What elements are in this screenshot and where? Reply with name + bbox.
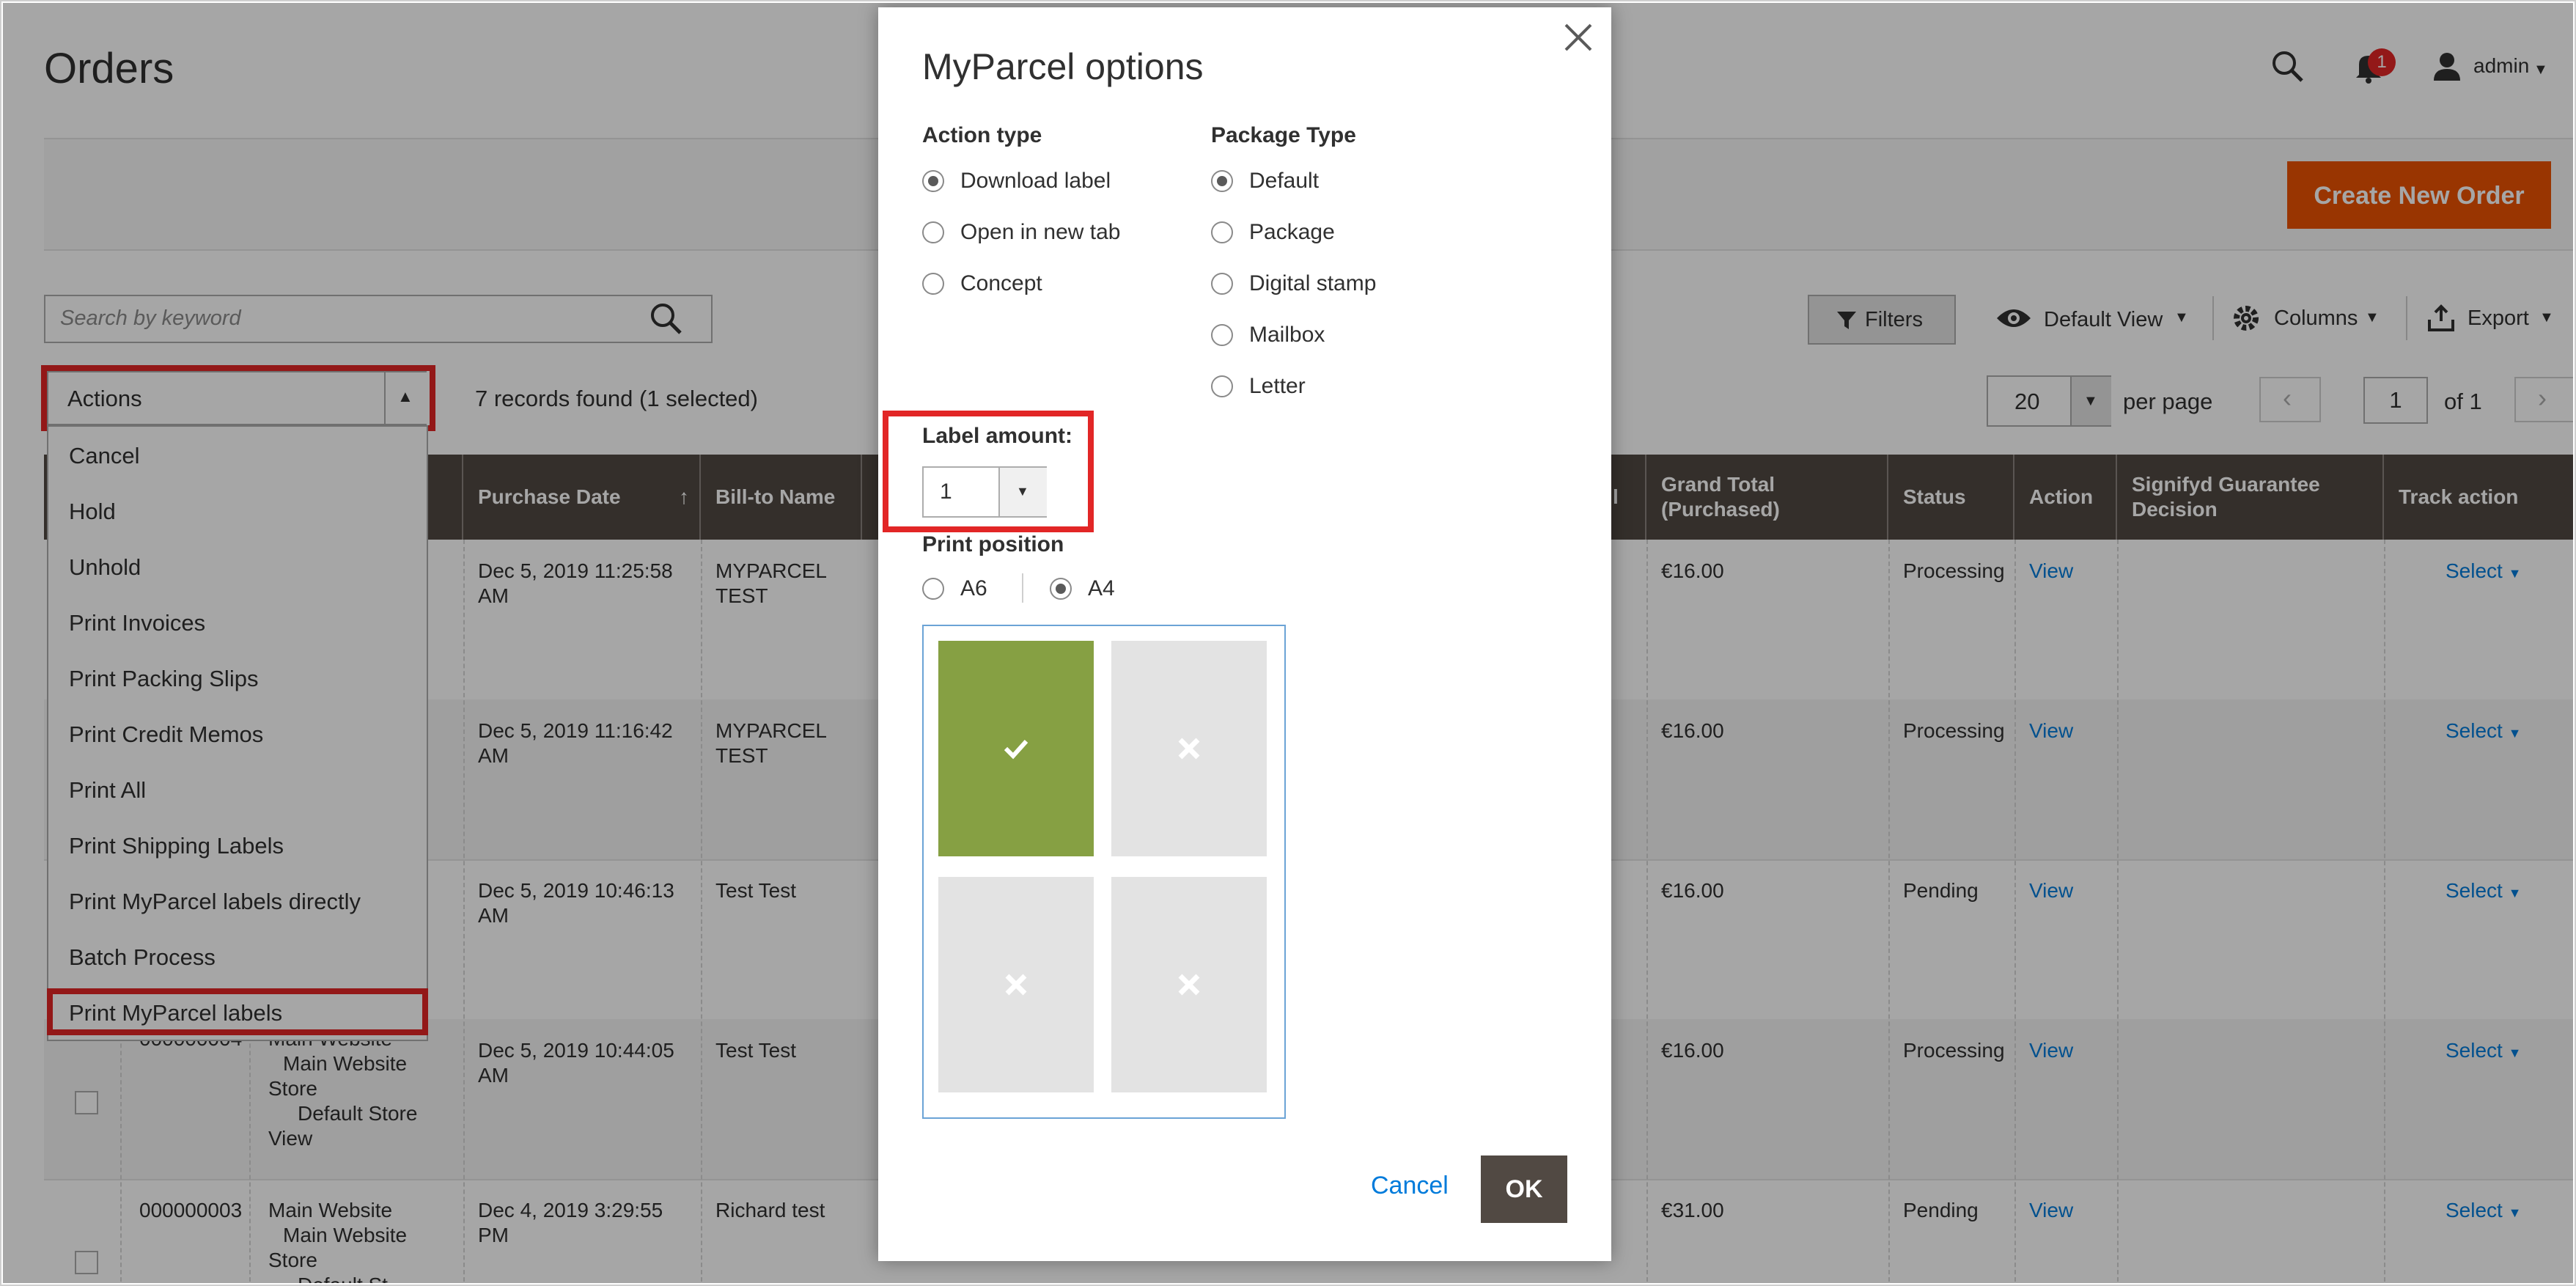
radio-button[interactable] (1211, 324, 1233, 346)
position-cell-1[interactable] (938, 641, 1094, 856)
action-type-label: Action type (922, 123, 1042, 147)
radio-button[interactable] (1050, 578, 1072, 600)
radio-button[interactable] (922, 221, 944, 243)
radio-label: Digital stamp (1249, 271, 1377, 295)
radio-button[interactable] (1211, 375, 1233, 397)
position-cell-4[interactable] (1111, 877, 1267, 1092)
modal-title: MyParcel options (922, 46, 1204, 87)
radio-button[interactable] (1211, 170, 1233, 192)
position-cell-2[interactable] (1111, 641, 1267, 856)
admin-page: Orders 1 admin ▼ Create New Order Search… (3, 3, 2573, 1283)
radio-label: Mailbox (1249, 323, 1325, 347)
radio-button[interactable] (922, 170, 944, 192)
position-cell-3[interactable] (938, 877, 1094, 1092)
modal-cancel-button[interactable]: Cancel (1371, 1172, 1449, 1200)
print-position-grid (922, 625, 1286, 1119)
package-type-label: Package Type (1211, 123, 1356, 147)
radio-label: Package (1249, 220, 1335, 244)
print-position-label: Print position (922, 532, 1064, 556)
close-icon (1178, 738, 1200, 760)
radio-label: Concept (960, 271, 1042, 295)
close-icon[interactable] (1560, 19, 1597, 56)
radio-label: A4 (1088, 576, 1115, 600)
radio-divider (1022, 573, 1023, 603)
radio-label: Letter (1249, 374, 1306, 398)
radio-label: A6 (960, 576, 987, 600)
close-icon (1005, 974, 1027, 996)
radio-label: Default (1249, 169, 1320, 193)
radio-button[interactable] (922, 273, 944, 295)
radio-label: Download label (960, 169, 1111, 193)
radio-label: Open in new tab (960, 220, 1121, 244)
check-icon (1004, 739, 1028, 760)
radio-button[interactable] (1211, 273, 1233, 295)
radio-button[interactable] (1211, 221, 1233, 243)
radio-button[interactable] (922, 578, 944, 600)
modal-ok-button[interactable]: OK (1481, 1155, 1567, 1223)
myparcel-options-modal: MyParcel options Action type Download la… (878, 7, 1611, 1261)
close-icon (1178, 974, 1200, 996)
label-amount-highlight-box (883, 411, 1094, 532)
